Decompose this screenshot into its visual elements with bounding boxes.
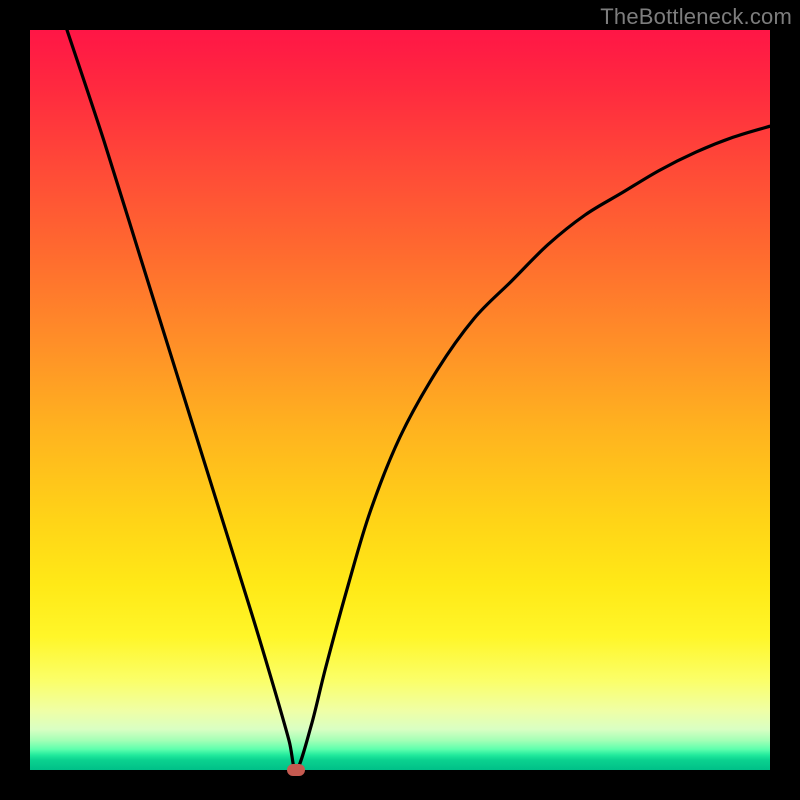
chart-frame: TheBottleneck.com	[0, 0, 800, 800]
watermark-text: TheBottleneck.com	[600, 4, 792, 30]
optimal-point-marker	[287, 764, 305, 776]
bottleneck-curve-path	[67, 30, 770, 770]
curve-svg	[30, 30, 770, 770]
plot-area	[30, 30, 770, 770]
